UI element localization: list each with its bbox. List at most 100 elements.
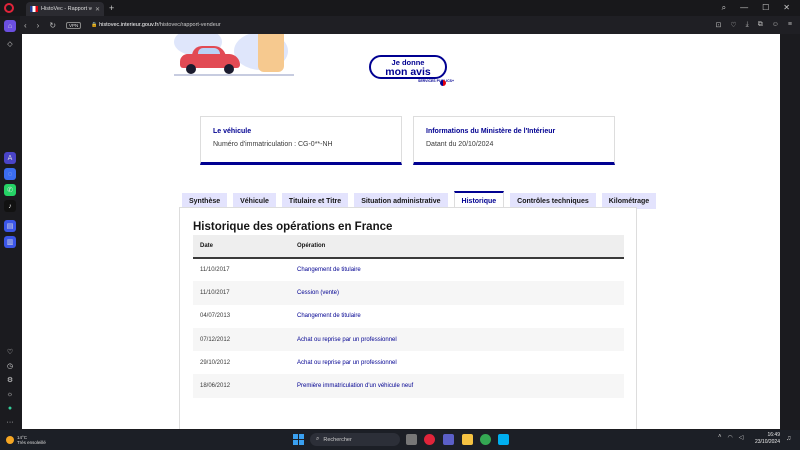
table-row: 04/07/2013 Changement de titulaire bbox=[193, 305, 624, 328]
file-explorer-icon[interactable] bbox=[462, 434, 473, 445]
col-header-date: Date bbox=[193, 235, 297, 259]
tiktok-icon[interactable]: ♪ bbox=[4, 200, 16, 212]
task-view-icon[interactable] bbox=[406, 434, 417, 445]
registration-number: Numéro d'immatriculation : CG-0**-NH bbox=[213, 141, 333, 148]
window-controls: ⌕ — ☐ ✕ bbox=[722, 3, 790, 13]
wifi-icon[interactable]: ◠ bbox=[728, 434, 733, 441]
browser-titlebar: HistoVec - Rapport vende ✕ + ⌕ — ☐ ✕ bbox=[0, 0, 800, 16]
reload-icon[interactable]: ↻ bbox=[49, 21, 56, 30]
lightbulb-icon[interactable]: ☼ bbox=[4, 388, 16, 400]
aria-icon[interactable]: A bbox=[4, 152, 16, 164]
row-operation: Achat ou reprise par un professionnel bbox=[297, 327, 624, 352]
windows-start-icon[interactable] bbox=[293, 434, 304, 445]
vehicle-card-label: Le véhicule bbox=[213, 128, 252, 135]
row-date: 18/06/2012 bbox=[193, 374, 297, 398]
search-placeholder: Rechercher bbox=[323, 436, 352, 443]
browser-sidebar: ⌂ ◇ A ◌ ✆ ♪ ▤ ▥ ♡ ◷ ⚙ ☼ ● ··· bbox=[0, 16, 20, 430]
download-icon[interactable]: ⤓ bbox=[746, 21, 749, 29]
home-icon[interactable]: ⌂ bbox=[4, 20, 16, 32]
opera-logo-icon[interactable] bbox=[4, 3, 14, 13]
whatsapp-icon[interactable]: ✆ bbox=[4, 184, 16, 196]
table-row: 11/10/2017 Cession (vente) bbox=[193, 281, 624, 305]
historique-panel: Historique des opérations en France Date… bbox=[179, 207, 637, 429]
avis-line2: mon avis bbox=[385, 65, 431, 78]
row-date: 07/12/2012 bbox=[193, 327, 297, 352]
minimize-button[interactable]: — bbox=[740, 3, 748, 13]
more-icon[interactable]: ··· bbox=[4, 416, 16, 428]
settings-icon[interactable]: ⚙ bbox=[4, 374, 16, 386]
close-tab-icon[interactable]: ✕ bbox=[95, 6, 100, 13]
ministry-card-label: Informations du Ministère de l'Intérieur bbox=[426, 128, 556, 135]
favorites-icon[interactable]: ♡ bbox=[4, 346, 16, 358]
chrome-icon[interactable] bbox=[480, 434, 491, 445]
maximize-button[interactable]: ☐ bbox=[762, 3, 769, 13]
heart-icon[interactable]: ♡ bbox=[730, 21, 736, 29]
new-tab-button[interactable]: + bbox=[109, 3, 114, 13]
vehicle-card: Le véhicule Numéro d'immatriculation : C… bbox=[200, 116, 402, 165]
weather-condition: Très ensoleillé bbox=[17, 440, 46, 445]
taskbar-clock[interactable]: 16:49 23/10/2024 bbox=[750, 432, 780, 446]
row-date: 04/07/2013 bbox=[200, 313, 231, 320]
windows-taskbar: 14°C Très ensoleillé bbox=[0, 430, 800, 450]
row-operation: Changement de titulaire bbox=[297, 313, 361, 320]
history-title: Historique des opérations en France bbox=[193, 221, 393, 233]
browser-navbar: ‹ › ↻ VPN 🔒 histovec.interieur.gouv.fr/h… bbox=[18, 16, 800, 34]
app-icon-2[interactable]: ▥ bbox=[4, 236, 16, 248]
url-host: histovec.interieur.gouv.fr bbox=[99, 22, 159, 28]
back-icon[interactable]: ‹ bbox=[24, 21, 27, 30]
table-header-row: Date Opération bbox=[193, 235, 624, 259]
services-publics-logo: SERVICES PUBLICS+ bbox=[418, 79, 455, 83]
clock-date: 23/10/2024 bbox=[754, 438, 780, 445]
history-icon[interactable]: ◷ bbox=[4, 360, 16, 372]
clock-time: 16:49 bbox=[767, 432, 780, 438]
operations-table: Date Opération 11/10/2017 Changement de … bbox=[193, 235, 624, 398]
vpn-badge[interactable]: VPN bbox=[66, 21, 82, 29]
row-operation: Achat ou reprise par un professionnel bbox=[297, 359, 397, 366]
extensions-icon[interactable]: ⧉ bbox=[758, 21, 763, 29]
sun-icon bbox=[6, 436, 14, 444]
app-icon-1[interactable]: ▤ bbox=[4, 220, 16, 232]
menu-icon[interactable]: ≡ bbox=[788, 21, 792, 29]
search-icon: ⌕ bbox=[316, 436, 320, 442]
speed-dial-icon[interactable]: ◇ bbox=[4, 38, 16, 50]
close-window-button[interactable]: ✕ bbox=[783, 3, 790, 13]
hero-illustration bbox=[174, 34, 294, 80]
profile-icon[interactable]: ☺ bbox=[772, 21, 779, 29]
marianne-favicon-icon bbox=[30, 6, 38, 12]
ministry-card: Informations du Ministère de l'Intérieur… bbox=[413, 116, 615, 165]
row-date: 29/10/2012 bbox=[200, 359, 231, 366]
table-row: 11/10/2017 Changement de titulaire bbox=[193, 258, 624, 281]
je-donne-mon-avis-button[interactable]: Je donne mon avis bbox=[369, 55, 447, 79]
row-date: 11/10/2017 bbox=[193, 281, 297, 305]
tab-title: HistoVec - Rapport vende bbox=[41, 6, 92, 12]
forward-icon[interactable]: › bbox=[37, 21, 40, 30]
col-header-operation: Opération bbox=[297, 235, 624, 259]
row-operation: Cession (vente) bbox=[297, 281, 624, 305]
table-row: 18/06/2012 Première immatriculation d'un… bbox=[193, 374, 624, 398]
taskbar-search[interactable]: ⌕ Rechercher bbox=[310, 433, 400, 446]
messenger-icon[interactable]: ◌ bbox=[4, 168, 16, 180]
weather-widget[interactable]: 14°C Très ensoleillé bbox=[6, 435, 46, 446]
data-date: Datant du 20/10/2024 bbox=[426, 141, 494, 148]
opera-taskbar-icon[interactable] bbox=[424, 434, 435, 445]
table-row: 29/10/2012 Achat ou reprise par un profe… bbox=[193, 351, 624, 374]
page-scrollbar[interactable] bbox=[780, 34, 784, 429]
table-row: 07/12/2012 Achat ou reprise par un profe… bbox=[193, 327, 624, 352]
camera-icon[interactable]: ⊡ bbox=[715, 21, 721, 29]
vpn-status-icon[interactable]: ● bbox=[4, 402, 16, 414]
system-tray: ˄ ◠ ◁ bbox=[718, 434, 743, 441]
address-bar[interactable]: 🔒 histovec.interieur.gouv.fr/histovec/ra… bbox=[91, 22, 220, 28]
row-operation: Changement de titulaire bbox=[297, 267, 361, 274]
skype-icon[interactable] bbox=[498, 434, 509, 445]
browser-tab-histovec[interactable]: HistoVec - Rapport vende ✕ bbox=[26, 2, 104, 16]
chevron-up-icon[interactable]: ˄ bbox=[718, 434, 722, 441]
url-path: /histovec/rapport-vendeur bbox=[158, 22, 221, 28]
search-tabs-icon[interactable]: ⌕ bbox=[722, 3, 726, 13]
row-operation: Première immatriculation d'un véhicule n… bbox=[297, 374, 624, 398]
lock-icon: 🔒 bbox=[91, 22, 98, 28]
notification-bell-icon[interactable]: ♫ bbox=[786, 435, 791, 442]
web-page: Je donne mon avis SERVICES PUBLICS+ Le v… bbox=[22, 34, 780, 429]
teams-icon[interactable] bbox=[443, 434, 454, 445]
volume-icon[interactable]: ◁ bbox=[739, 434, 744, 441]
navbar-tools: ⊡ ♡ ⤓ ⧉ ☺ ≡ bbox=[715, 21, 792, 29]
